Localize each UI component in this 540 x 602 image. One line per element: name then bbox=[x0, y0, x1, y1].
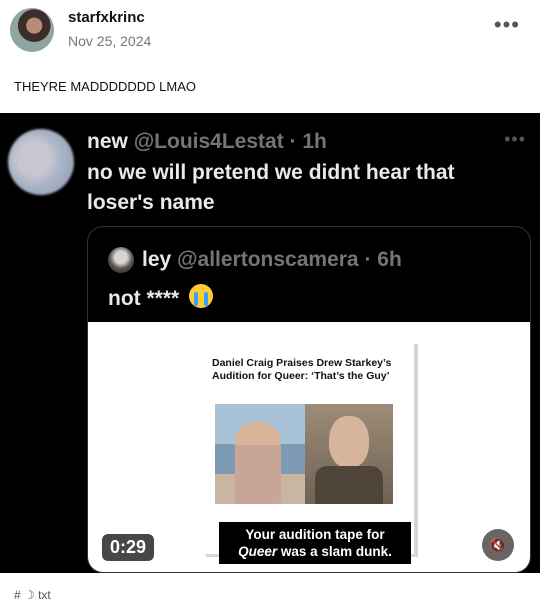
username[interactable]: starfxkrinc bbox=[68, 9, 145, 26]
avatar[interactable] bbox=[10, 8, 54, 52]
subtitle-line2: was a slam dunk. bbox=[277, 544, 392, 559]
quote-avatar bbox=[108, 247, 134, 273]
volume-muted-icon[interactable]: 🔇 bbox=[482, 529, 514, 561]
loudly-crying-face-icon bbox=[189, 284, 214, 308]
video-duration: 0:29 bbox=[102, 534, 155, 561]
quote-text: not **** bbox=[108, 287, 180, 310]
video-player[interactable]: Daniel Craig Praises Drew Starkey’s Audi… bbox=[88, 322, 530, 572]
more-horizontal-icon[interactable]: ••• bbox=[494, 14, 520, 36]
tweet-display-name: new bbox=[87, 130, 128, 153]
tweet-text: no we will pretend we didnt hear that lo… bbox=[87, 161, 455, 214]
tweet-author-line: new @Louis4Lestat · 1h bbox=[87, 130, 327, 154]
video-subtitle: Your audition tape for Queer was a slam … bbox=[219, 522, 411, 564]
photo-daniel-craig bbox=[215, 404, 305, 504]
post-caption: THEYRE MADDDDDDD LMAO bbox=[14, 79, 197, 94]
tweet-handle-time: @Louis4Lestat · 1h bbox=[133, 130, 327, 153]
tweet-avatar bbox=[8, 129, 74, 195]
post-header: starfxkrinc Nov 25, 2024 ••• bbox=[0, 0, 540, 60]
photo-drew-starkey bbox=[305, 404, 393, 504]
person-shirt bbox=[315, 466, 383, 504]
tweet-screenshot: new @Louis4Lestat · 1h ••• no we will pr… bbox=[0, 113, 540, 573]
subtitle-line1: Your audition tape for bbox=[245, 527, 385, 542]
post-date[interactable]: Nov 25, 2024 bbox=[68, 33, 151, 49]
quote-handle-time: @allertonscamera · 6h bbox=[177, 248, 402, 271]
video-headline: Daniel Craig Praises Drew Starkey’s Audi… bbox=[212, 357, 392, 382]
person-figure bbox=[235, 422, 281, 504]
subtitle-emphasis: Queer bbox=[238, 544, 278, 559]
person-face bbox=[329, 416, 369, 468]
quote-display-name: ley bbox=[142, 248, 172, 271]
frame-divider bbox=[414, 344, 418, 556]
quote-text-line: not **** bbox=[108, 284, 214, 311]
quote-author-line: ley @allertonscamera · 6h bbox=[142, 248, 402, 272]
quote-tweet-card: ley @allertonscamera · 6h not **** Danie… bbox=[87, 226, 531, 573]
tweet-more-icon: ••• bbox=[504, 129, 526, 149]
